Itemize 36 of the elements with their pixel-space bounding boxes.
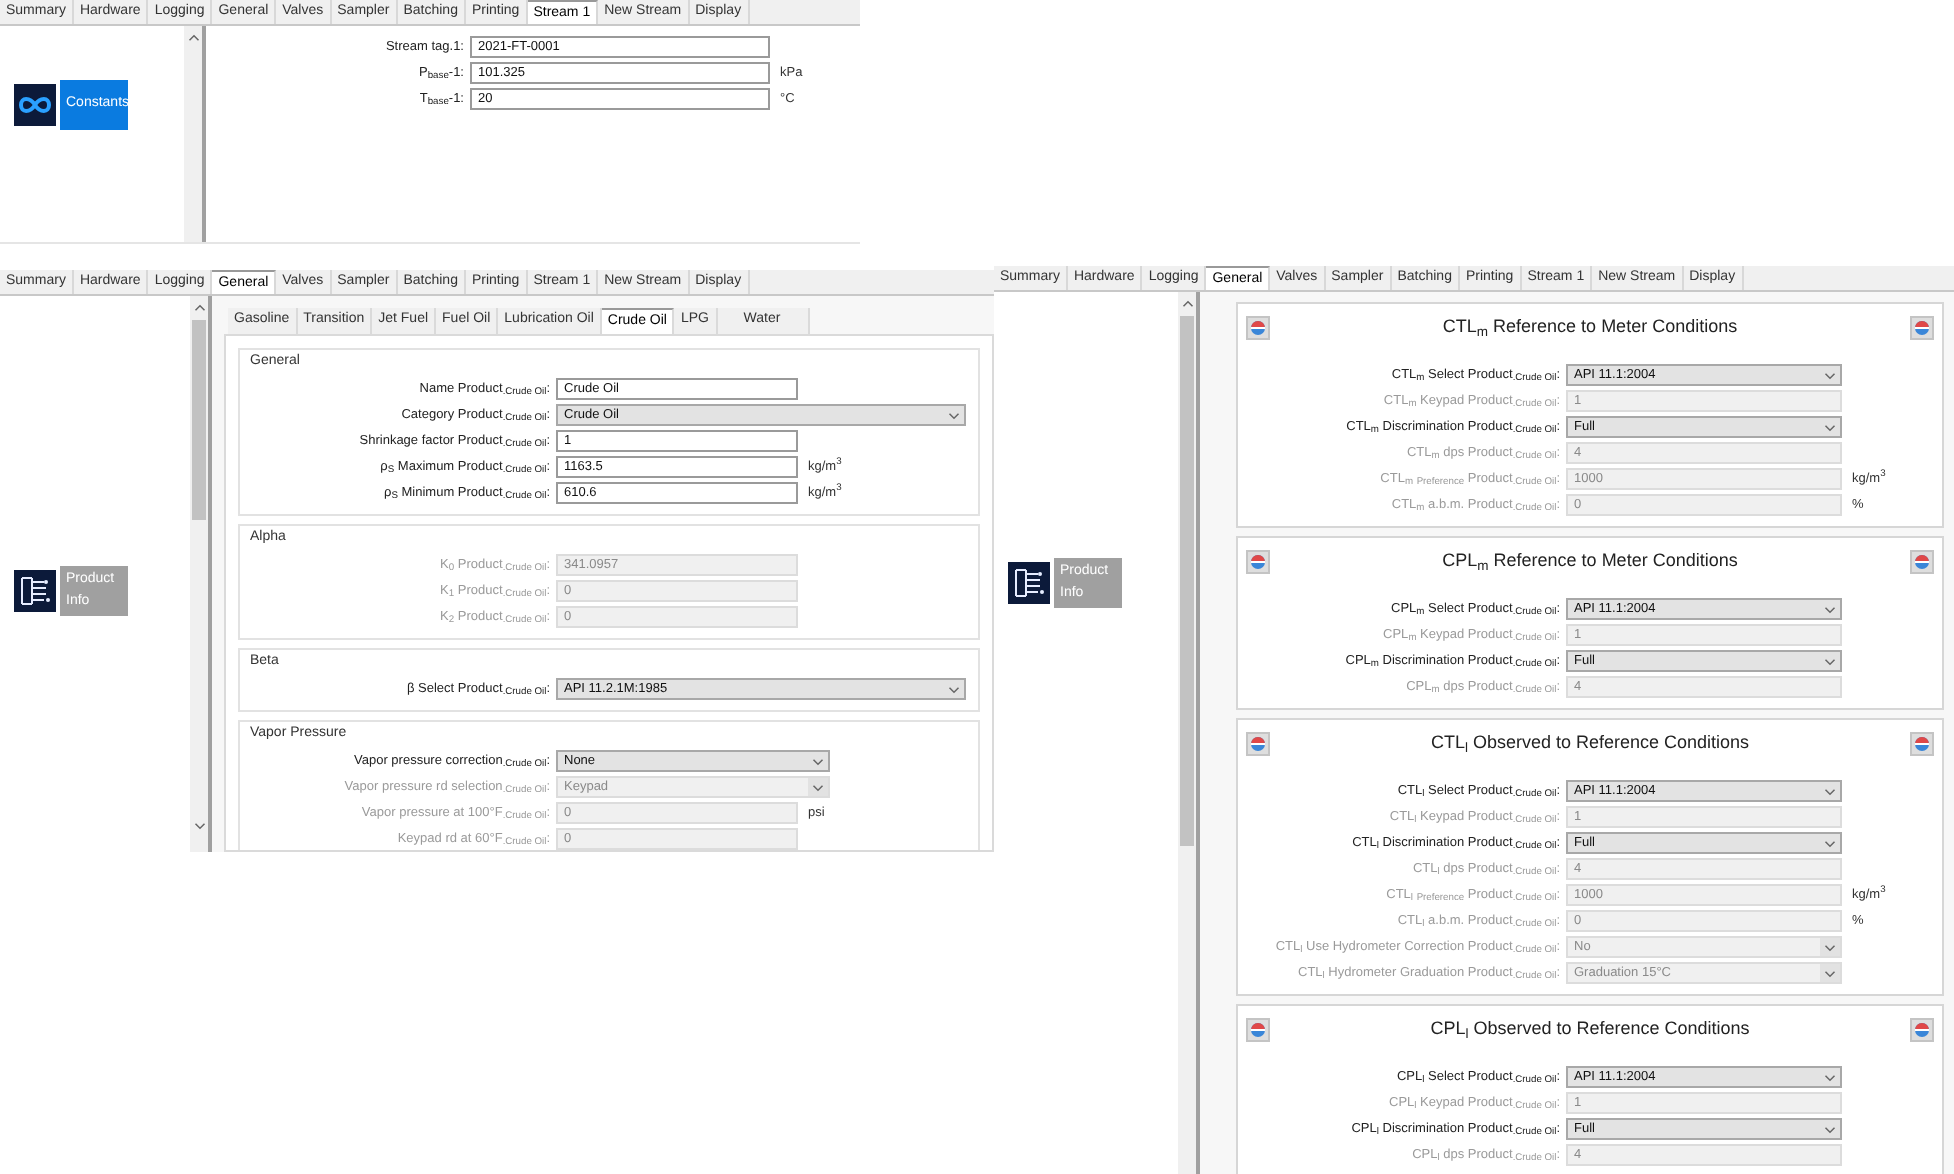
scrollbar[interactable]: [1178, 292, 1196, 1174]
chevron-down-icon: [1824, 655, 1836, 667]
chevron-down-icon: [1824, 967, 1836, 979]
sphere-icon[interactable]: [1910, 316, 1934, 340]
chevron-down-icon: [193, 820, 205, 832]
sphere-icon[interactable]: [1246, 1018, 1270, 1042]
scrollbar[interactable]: [184, 26, 202, 242]
chevron-down-icon: [948, 409, 960, 421]
chevron-down-icon: [1824, 1123, 1836, 1135]
chevron-down-icon: [1824, 941, 1836, 953]
sphere-icon[interactable]: [1246, 316, 1270, 340]
chevron-up-icon: [187, 32, 199, 44]
chevron-down-icon: [1824, 837, 1836, 849]
section-title: CPL$_{l}$ Observed to Reference Conditions: [1430, 1016, 1750, 1044]
circuit-icon: [1008, 562, 1050, 604]
infinity-icon: [14, 84, 56, 126]
sphere-icon[interactable]: [1246, 550, 1270, 574]
sphere-icon[interactable]: [1910, 732, 1934, 756]
chevron-down-icon: [812, 781, 824, 793]
chevron-down-icon: [1824, 369, 1836, 381]
sphere-icon[interactable]: [1910, 1018, 1934, 1042]
sphere-icon[interactable]: [1910, 550, 1934, 574]
section-title: CTL$_{l}$ Observed to Reference Conditions: [1430, 730, 1750, 758]
chevron-up-icon: [193, 302, 205, 314]
chevron-down-icon: [948, 683, 960, 695]
scrollbar[interactable]: [190, 296, 208, 852]
chevron-down-icon: [1824, 1071, 1836, 1083]
sphere-icon[interactable]: [1246, 732, 1270, 756]
chevron-down-icon: [1824, 603, 1836, 615]
chevron-down-icon: [1824, 421, 1836, 433]
section-title: CTL$_{m}$ Reference to Meter Conditions: [1442, 314, 1738, 342]
chevron-down-icon: [1824, 785, 1836, 797]
chevron-down-icon: [812, 755, 824, 767]
circuit-icon: [14, 570, 56, 612]
chevron-up-icon: [1181, 298, 1193, 310]
section-title: CPL$_{m}$ Reference to Meter Conditions: [1442, 548, 1738, 576]
